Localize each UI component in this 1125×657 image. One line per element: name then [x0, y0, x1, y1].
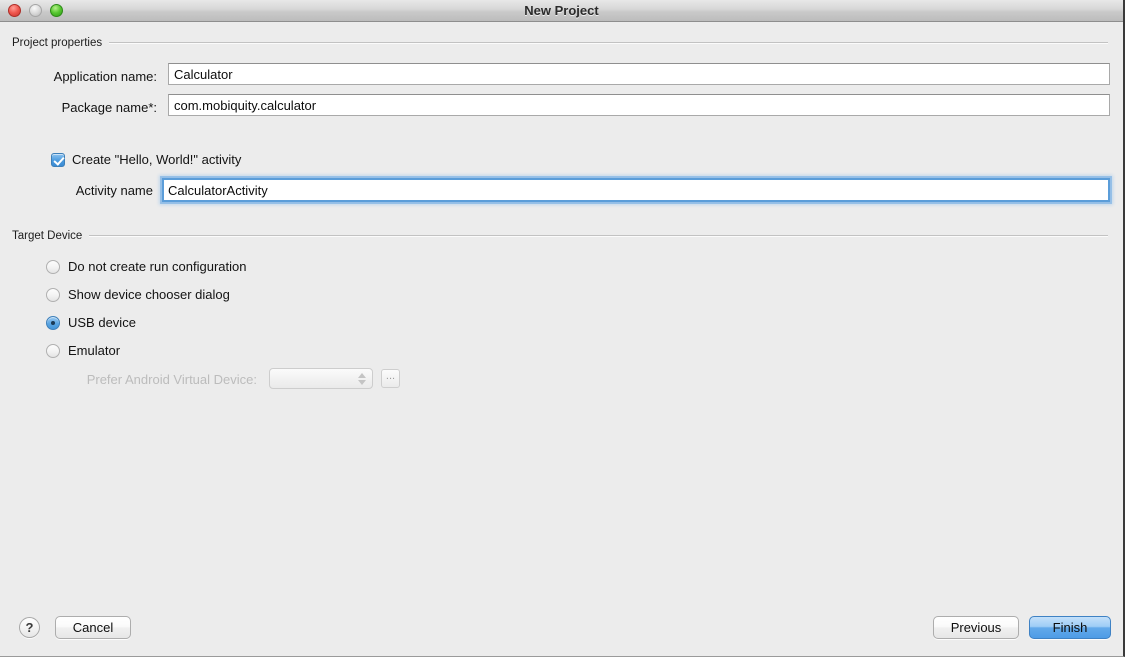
cancel-button[interactable]: Cancel [55, 616, 131, 639]
create-hello-world-activity-checkbox[interactable]: Create "Hello, World!" activity [51, 152, 241, 167]
new-project-dialog: New Project Project properties Applicati… [0, 0, 1125, 657]
activity-name-label: Activity name [75, 183, 153, 198]
window-title: New Project [524, 3, 599, 18]
title-bar: New Project [0, 0, 1123, 22]
radio-icon [46, 343, 60, 358]
browse-avd-button[interactable]: ... [381, 369, 400, 388]
group-target-device-header: Target Device [12, 230, 1108, 242]
group-divider [109, 42, 1108, 44]
radio-do-not-create-run-configuration[interactable]: Do not create run configuration [46, 259, 247, 274]
radio-label: USB device [68, 315, 136, 330]
prefer-avd-label: Prefer Android Virtual Device: [86, 372, 257, 387]
radio-label: Emulator [68, 343, 121, 358]
previous-button[interactable]: Previous [933, 616, 1019, 639]
group-project-properties-title: Project properties [12, 37, 103, 49]
radio-icon-selected [46, 315, 60, 330]
radio-show-device-chooser-dialog[interactable]: Show device chooser dialog [46, 287, 230, 302]
radio-icon [46, 259, 60, 274]
package-name-input[interactable] [168, 94, 1110, 116]
group-target-device-title: Target Device [12, 230, 83, 242]
radio-label: Do not create run configuration [68, 259, 247, 274]
chevron-updown-icon [358, 372, 366, 385]
checkbox-icon [51, 152, 65, 167]
finish-button[interactable]: Finish [1029, 616, 1111, 639]
prefer-avd-select[interactable] [269, 368, 373, 389]
radio-label: Show device chooser dialog [68, 287, 230, 302]
package-name-label: Package name*: [61, 100, 157, 115]
create-hello-world-activity-label: Create "Hello, World!" activity [72, 152, 242, 167]
group-divider [89, 235, 1108, 237]
group-project-properties-header: Project properties [12, 37, 1108, 49]
dialog-content: Project properties Application name: Pac… [0, 22, 1123, 656]
radio-icon [46, 287, 60, 302]
radio-emulator[interactable]: Emulator [46, 343, 120, 358]
help-button[interactable]: ? [19, 617, 40, 638]
application-name-label: Application name: [53, 69, 157, 84]
activity-name-input[interactable] [162, 178, 1110, 202]
application-name-input[interactable] [168, 63, 1110, 85]
radio-usb-device[interactable]: USB device [46, 315, 136, 330]
